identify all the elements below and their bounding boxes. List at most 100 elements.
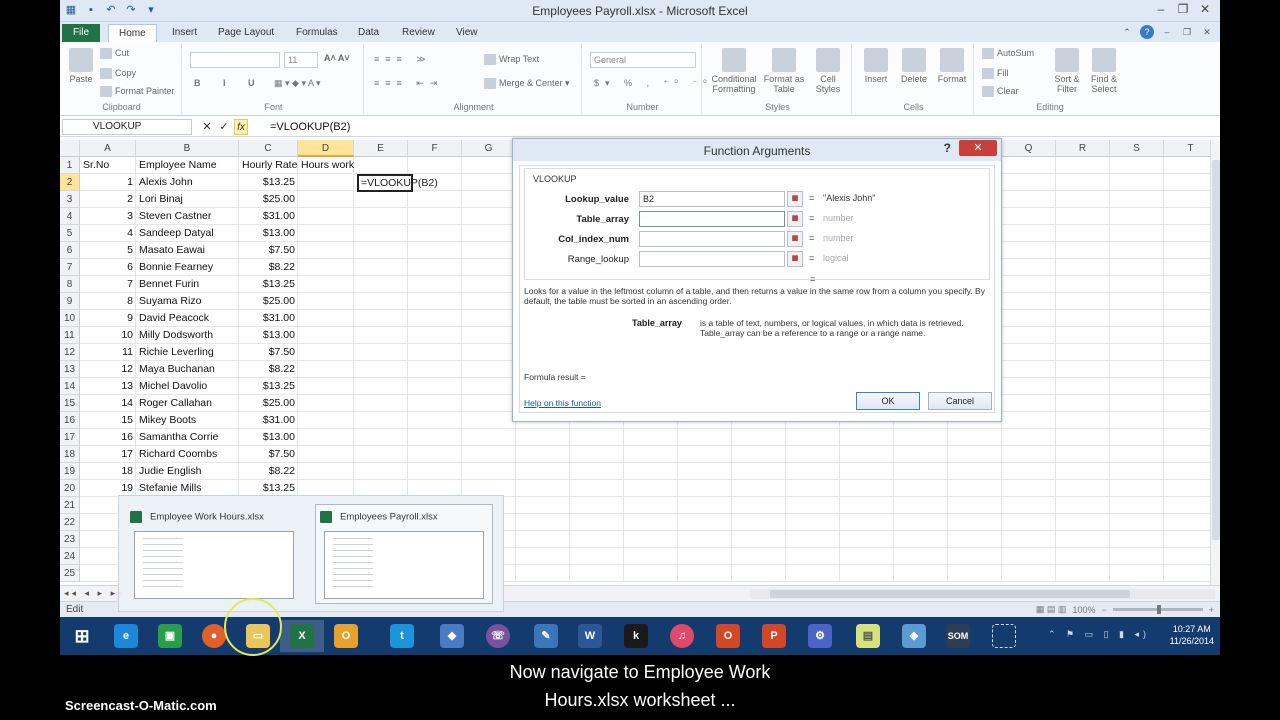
insert-cells-button[interactable]: Insert: [858, 48, 894, 84]
collapse-dialog-icon[interactable]: ▦: [787, 191, 803, 207]
cell-sr-no[interactable]: 3: [80, 208, 136, 225]
horizontal-scrollbar[interactable]: [750, 589, 1215, 599]
cell-employee-name[interactable]: Masato Eawai: [136, 242, 239, 259]
cell-hourly-rate[interactable]: $13.25: [239, 378, 298, 395]
currency-icon[interactable]: $▾ % , ⁺⁰ ⁻⁰: [594, 78, 713, 89]
row-header-19[interactable]: 19: [60, 463, 80, 480]
lookup-value-input[interactable]: B2: [639, 191, 785, 207]
cell-hourly-rate[interactable]: $25.00: [239, 191, 298, 208]
row-header-24[interactable]: 24: [60, 548, 80, 565]
row-header-25[interactable]: 25: [60, 565, 80, 582]
cell-employee-name[interactable]: Bennet Furin: [136, 276, 239, 293]
taskbar-som[interactable]: SOM: [936, 620, 980, 652]
taskbar-excel[interactable]: X: [280, 620, 324, 652]
cell-sr-no[interactable]: 6: [80, 259, 136, 276]
column-header-f[interactable]: F: [408, 140, 462, 157]
taskbar-app-pin[interactable]: ◈: [892, 620, 936, 652]
taskbar-kindle[interactable]: k: [614, 620, 658, 652]
tab-insert[interactable]: Insert: [162, 24, 207, 42]
row-header-17[interactable]: 17: [60, 429, 80, 446]
check-icon[interactable]: ✓: [217, 119, 231, 135]
cell-employee-name[interactable]: Maya Buchanan: [136, 361, 239, 378]
zoom-level[interactable]: 100%: [1072, 605, 1095, 615]
cell-hourly-rate[interactable]: $7.50: [239, 242, 298, 259]
row-header-12[interactable]: 12: [60, 344, 80, 361]
taskbar-ie[interactable]: e: [104, 620, 148, 652]
cell-header-sr-no[interactable]: Sr.No: [80, 157, 136, 174]
taskbar-office[interactable]: O: [706, 620, 750, 652]
zoom-slider-knob[interactable]: [1156, 605, 1161, 614]
column-header-g[interactable]: G: [462, 140, 516, 157]
tab-view[interactable]: View: [446, 24, 488, 42]
workbook-close-icon[interactable]: ✕: [1200, 25, 1214, 39]
taskbar-app-diamond[interactable]: ◆: [430, 620, 474, 652]
cell-hourly-rate[interactable]: $25.00: [239, 293, 298, 310]
column-header-c[interactable]: C: [239, 140, 298, 157]
cancel-button[interactable]: Cancel: [928, 392, 992, 410]
taskbar-clock[interactable]: 10:27 AM 11/26/2014: [1170, 623, 1214, 647]
minimize-ribbon-icon[interactable]: ⌃: [1120, 25, 1134, 39]
cell-hourly-rate[interactable]: $8.22: [239, 259, 298, 276]
zoom-in-icon[interactable]: +: [1209, 605, 1214, 615]
cell-employee-name[interactable]: Sandeep Datyal: [136, 225, 239, 242]
collapse-dialog-icon[interactable]: ▦: [787, 211, 803, 227]
cell-sr-no[interactable]: 10: [80, 327, 136, 344]
cell-employee-name[interactable]: Steven Castner: [136, 208, 239, 225]
cell-hourly-rate[interactable]: $13.25: [239, 276, 298, 293]
sheet-nav-arrows[interactable]: ◂◂ ◂ ▸ ▸▸: [64, 588, 126, 599]
zoom-slider[interactable]: [1112, 605, 1203, 614]
row-header-23[interactable]: 23: [60, 531, 80, 548]
table-array-input[interactable]: [639, 211, 785, 227]
collapse-dialog-icon[interactable]: ▦: [787, 231, 803, 247]
tab-page-layout[interactable]: Page Layout: [208, 24, 284, 42]
workbook-restore-icon[interactable]: ❐: [1180, 25, 1194, 39]
cell-sr-no[interactable]: 4: [80, 225, 136, 242]
system-tray[interactable]: ⌃ ⚑ ▭ ▯ ▮ ◂): [1048, 629, 1150, 640]
preview-employee-work-hours[interactable]: Employee Work Hours.xlsx: [125, 504, 303, 604]
column-header-b[interactable]: B: [136, 140, 239, 157]
fill-button[interactable]: Fill: [982, 68, 1009, 80]
taskbar-settings[interactable]: ⚙: [798, 620, 842, 652]
column-header-a[interactable]: A: [80, 140, 136, 157]
delete-cells-button[interactable]: Delete: [896, 48, 932, 84]
close-icon[interactable]: ✕: [1194, 0, 1216, 18]
insert-function-icon[interactable]: fx: [234, 119, 248, 135]
cell-employee-name[interactable]: David Peacock: [136, 310, 239, 327]
tab-file[interactable]: File: [62, 24, 100, 42]
row-header-5[interactable]: 5: [60, 225, 80, 242]
vertical-scroll-thumb[interactable]: [1212, 160, 1220, 540]
row-header-7[interactable]: 7: [60, 259, 80, 276]
border-icon[interactable]: ▦ ▾ ◆ ▾ A ▾: [274, 78, 321, 89]
col-index-num-input[interactable]: [639, 231, 785, 247]
cell-sr-no[interactable]: 7: [80, 276, 136, 293]
taskbar-snipping[interactable]: [982, 620, 1026, 652]
range-lookup-input[interactable]: [639, 251, 785, 267]
help-on-function-link[interactable]: Help on this function: [524, 398, 601, 408]
cell-employee-name[interactable]: Mikey Boots: [136, 412, 239, 429]
collapse-dialog-icon[interactable]: ▦: [787, 251, 803, 267]
row-header-21[interactable]: 21: [60, 497, 80, 514]
cell-header-hours-worked[interactable]: Hours worked: [298, 157, 354, 174]
cell-sr-no[interactable]: 12: [80, 361, 136, 378]
column-header-e[interactable]: E: [354, 140, 408, 157]
taskbar-viber[interactable]: ☏: [476, 620, 520, 652]
cell-employee-name[interactable]: Suyama Rizo: [136, 293, 239, 310]
taskbar-outlook[interactable]: O: [324, 620, 368, 652]
number-format-combo[interactable]: General: [590, 52, 696, 68]
cell-employee-name[interactable]: Michel Davolio: [136, 378, 239, 395]
cell-header-hourly-rate[interactable]: Hourly Rate: [239, 157, 298, 174]
column-header-r[interactable]: R: [1056, 140, 1110, 157]
row-header-3[interactable]: 3: [60, 191, 80, 208]
cell-sr-no[interactable]: 2: [80, 191, 136, 208]
taskbar-word[interactable]: W: [568, 620, 612, 652]
cell-employee-name[interactable]: Bonnie Fearney: [136, 259, 239, 276]
cell-hourly-rate[interactable]: $13.00: [239, 327, 298, 344]
cell-sr-no[interactable]: 5: [80, 242, 136, 259]
find-select-button[interactable]: Find & Select: [1086, 48, 1122, 94]
cell-employee-name[interactable]: Richie Leverling: [136, 344, 239, 361]
cell-hourly-rate[interactable]: $7.50: [239, 344, 298, 361]
autosum-button[interactable]: AutoSum: [982, 48, 1034, 60]
row-header-13[interactable]: 13: [60, 361, 80, 378]
taskbar-twitter[interactable]: t: [380, 620, 424, 652]
cell-employee-name[interactable]: Lori Binaj: [136, 191, 239, 208]
